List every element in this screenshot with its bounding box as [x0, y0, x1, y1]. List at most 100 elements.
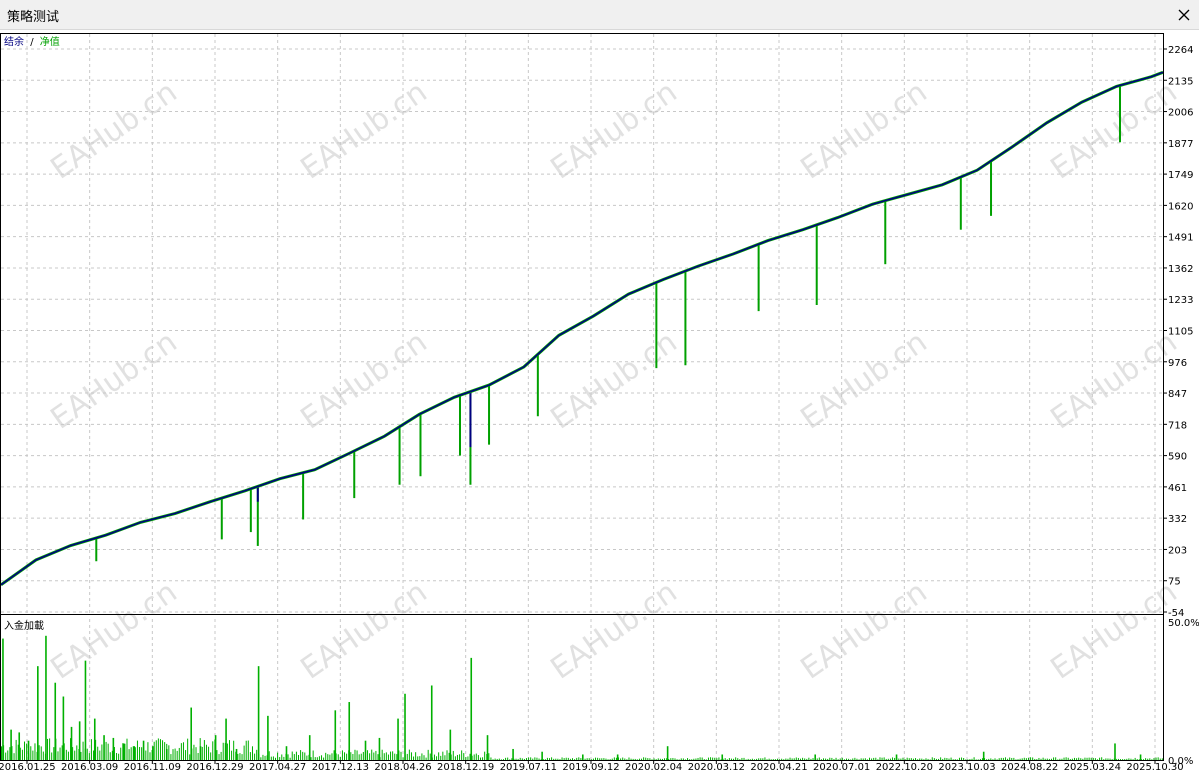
load-bar	[532, 758, 534, 760]
load-bar	[927, 758, 929, 760]
load-bar	[256, 749, 258, 760]
load-bar	[586, 758, 588, 760]
load-bar	[136, 740, 138, 760]
load-bar	[10, 729, 12, 760]
load-bar	[595, 757, 597, 760]
load-bar	[841, 757, 843, 760]
load-bar	[1050, 758, 1052, 760]
load-bar	[609, 759, 611, 760]
load-bar	[477, 755, 479, 760]
load-bar	[1088, 757, 1090, 760]
load-bar	[314, 757, 316, 760]
load-bar	[952, 759, 954, 760]
load-bar	[442, 751, 444, 760]
load-bar	[649, 758, 651, 760]
load-bar	[1038, 757, 1040, 760]
load-bar	[90, 739, 92, 760]
load-bar	[479, 757, 481, 760]
load-bar	[879, 757, 881, 760]
load-bar	[141, 747, 143, 760]
load-bar	[413, 756, 415, 760]
load-bar	[318, 756, 320, 760]
load-bar	[304, 752, 306, 760]
load-bar	[881, 757, 883, 760]
load-bar	[895, 754, 898, 760]
load-bar	[26, 743, 28, 760]
load-bar	[1032, 757, 1034, 760]
load-bar	[1067, 757, 1069, 760]
load-bar	[574, 759, 576, 760]
load-bar	[392, 751, 394, 760]
load-bar	[626, 759, 628, 760]
load-bar	[894, 757, 896, 760]
load-bar	[988, 758, 990, 760]
load-bar	[182, 742, 184, 760]
x-tick-label: 2024.08.22	[1001, 762, 1058, 771]
load-bar	[185, 750, 187, 760]
load-bar	[793, 758, 795, 760]
load-bar	[561, 757, 563, 760]
load-bar	[264, 755, 266, 760]
load-bar	[456, 754, 458, 760]
load-bar	[981, 758, 983, 760]
load-bar	[515, 758, 517, 760]
load-bar	[946, 758, 948, 760]
load-bar	[346, 753, 348, 760]
load-bar	[1048, 758, 1050, 760]
load-bar	[1011, 757, 1013, 760]
load-bar	[103, 735, 105, 760]
load-bar	[133, 746, 136, 760]
load-bar	[616, 754, 619, 760]
load-bar	[678, 759, 680, 760]
load-bar	[730, 758, 732, 760]
load-bar	[921, 758, 923, 760]
load-bar	[950, 757, 952, 760]
load-bar	[13, 753, 15, 760]
x-tick-label: 2016.11.09	[124, 762, 181, 771]
load-bar	[396, 754, 398, 760]
load-bar	[582, 754, 584, 760]
load-bar	[47, 738, 49, 760]
y-tick-label: 332	[1168, 514, 1187, 525]
x-tick-label: 2020.07.01	[813, 762, 870, 771]
load-bar	[70, 726, 73, 760]
load-bar	[267, 715, 269, 760]
load-bar	[862, 758, 864, 760]
load-bar	[436, 756, 438, 760]
load-bar	[212, 741, 214, 760]
load-bar	[599, 758, 601, 760]
load-bar	[745, 759, 747, 760]
load-bar	[507, 757, 509, 760]
load-bar	[272, 756, 274, 760]
load-bar	[465, 757, 467, 760]
load-bar	[605, 758, 607, 760]
load-bar	[1122, 759, 1124, 760]
load-bar	[657, 758, 659, 760]
load-bar	[251, 746, 253, 760]
load-bar	[866, 759, 868, 760]
load-bar	[237, 753, 239, 760]
load-bar	[308, 735, 311, 760]
load-bar	[1094, 758, 1096, 760]
load-bar	[785, 758, 787, 760]
load-bar	[333, 750, 335, 760]
load-bar	[164, 742, 166, 760]
load-bar	[34, 743, 36, 760]
load-bar	[1090, 757, 1092, 760]
load-bar	[105, 741, 107, 760]
load-bar	[1111, 759, 1113, 760]
load-bar	[463, 753, 465, 760]
load-bar	[410, 752, 412, 760]
close-button[interactable]	[1169, 0, 1199, 30]
load-bar	[852, 758, 854, 760]
load-bar	[423, 755, 425, 760]
load-bar	[289, 757, 291, 760]
load-bar	[770, 759, 772, 760]
load-bar	[53, 747, 55, 760]
load-bar	[986, 759, 988, 760]
load-bar	[1071, 758, 1073, 760]
load-bar	[854, 757, 856, 760]
load-bar	[7, 750, 9, 760]
load-bar	[205, 744, 207, 760]
load-bar	[553, 758, 555, 760]
